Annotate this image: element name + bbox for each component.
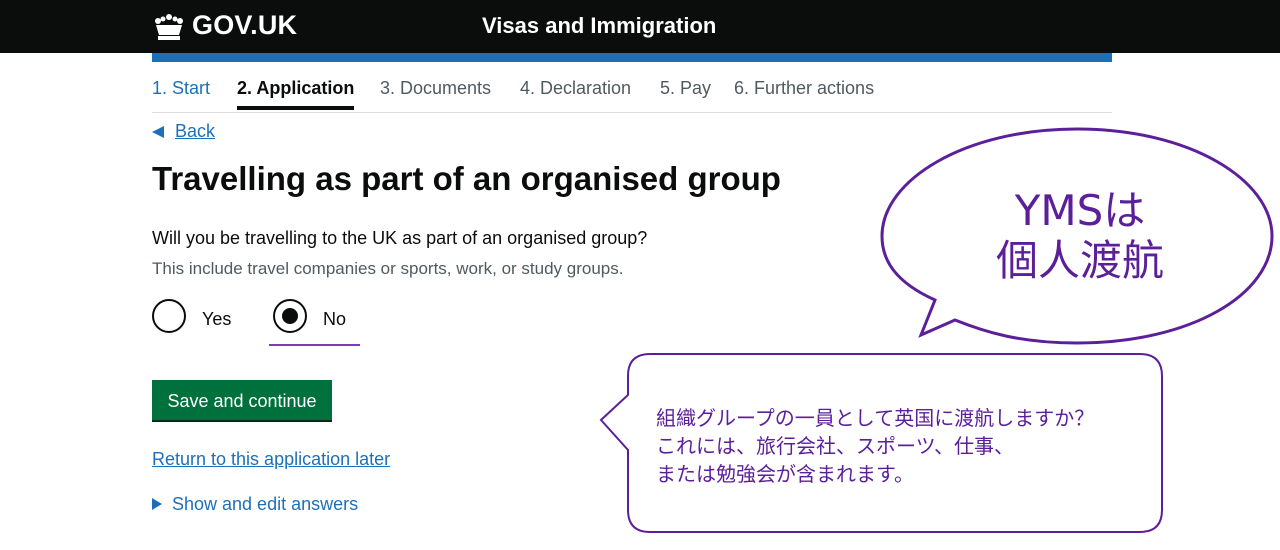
header-blue-bar	[152, 53, 1112, 62]
save-and-continue-button[interactable]: Save and continue	[152, 380, 332, 420]
question-label: Will you be travelling to the UK as part…	[152, 228, 648, 248]
question-hint: This include travel companies or sports,…	[152, 259, 624, 278]
step-documents: 3. Documents	[380, 78, 492, 98]
annotation-large-text: YMSは 個人渡航	[960, 186, 1200, 286]
step-further-actions: 6. Further actions	[734, 78, 875, 98]
radio-no[interactable]	[273, 299, 307, 333]
annotation-large-line-1: YMSは	[1014, 186, 1146, 235]
back-link[interactable]: Back	[175, 121, 215, 142]
annotation-small-text: 組織グループの一員として英国に渡航しますか？ これには、旅行会社、スポーツ、仕事…	[656, 404, 1156, 488]
annotation-small-line-3: または勉強会が含まれます。	[656, 462, 914, 486]
annotation-large-line-2: 個人渡航	[995, 236, 1164, 285]
step-application: 2. Application	[237, 78, 355, 110]
step-start[interactable]: 1. Start	[152, 78, 210, 106]
show-edit-answers-label: Show and edit answers	[172, 494, 359, 514]
triangle-right-icon	[152, 498, 162, 510]
crown-icon	[155, 14, 183, 40]
step-declaration: 4. Declaration	[520, 78, 632, 98]
return-later-link[interactable]: Return to this application later	[152, 449, 390, 470]
radio-no-label[interactable]: No	[323, 309, 346, 330]
radio-selected-dot	[282, 308, 298, 324]
global-header: GOV.UK Visas and Immigration	[0, 0, 1280, 53]
service-name[interactable]: Visas and Immigration	[482, 13, 716, 39]
radio-yes[interactable]	[152, 299, 186, 333]
annotation-small-line-2: これには、旅行会社、スポーツ、仕事、	[656, 434, 1014, 458]
progress-steps: 1. Start 2. Application 3. Documents 4. …	[152, 78, 1112, 113]
govuk-logo[interactable]: GOV.UK	[192, 10, 297, 41]
annotation-underline	[269, 344, 360, 346]
back-arrow-icon[interactable]	[152, 126, 164, 138]
annotation-small-line-1: 組織グループの一員として英国に渡航しますか？	[656, 406, 1095, 430]
page-title: Travelling as part of an organised group	[152, 160, 781, 197]
radio-yes-label[interactable]: Yes	[202, 309, 231, 330]
step-pay: 5. Pay	[660, 78, 712, 98]
